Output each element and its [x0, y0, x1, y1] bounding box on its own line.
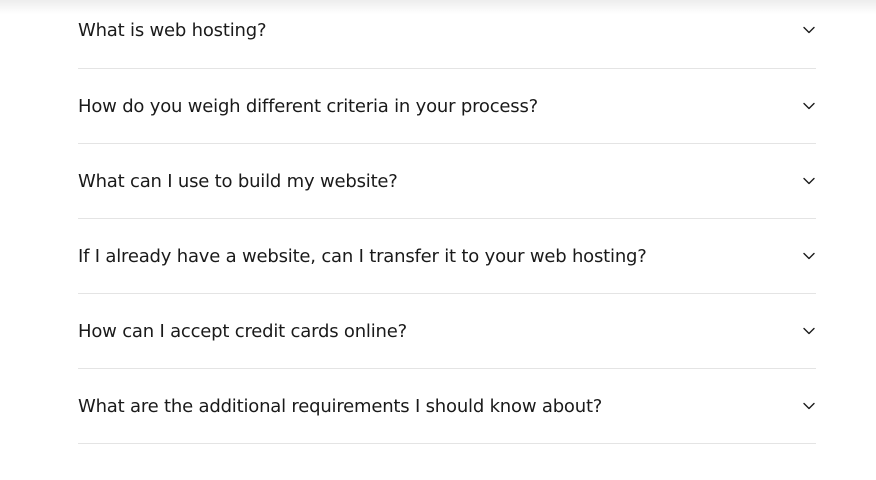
chevron-down-icon[interactable]	[802, 399, 816, 413]
faq-item[interactable]: How do you weigh different criteria in y…	[78, 69, 816, 144]
chevron-down-icon[interactable]	[802, 23, 816, 37]
faq-question: What are the additional requirements I s…	[78, 395, 603, 417]
faq-question: What can I use to build my website?	[78, 170, 398, 192]
faq-question: If I already have a website, can I trans…	[78, 245, 647, 267]
faq-list: What is web hosting? How do you weigh di…	[78, 0, 816, 444]
faq-question: How do you weigh different criteria in y…	[78, 95, 538, 117]
faq-question: What is web hosting?	[78, 19, 267, 41]
faq-item[interactable]: What is web hosting?	[78, 0, 816, 69]
chevron-down-icon[interactable]	[802, 324, 816, 338]
faq-question: How can I accept credit cards online?	[78, 320, 407, 342]
faq-item[interactable]: If I already have a website, can I trans…	[78, 219, 816, 294]
chevron-down-icon[interactable]	[802, 249, 816, 263]
faq-item[interactable]: What are the additional requirements I s…	[78, 369, 816, 444]
chevron-down-icon[interactable]	[802, 174, 816, 188]
faq-item[interactable]: How can I accept credit cards online?	[78, 294, 816, 369]
faq-item[interactable]: What can I use to build my website?	[78, 144, 816, 219]
chevron-down-icon[interactable]	[802, 99, 816, 113]
